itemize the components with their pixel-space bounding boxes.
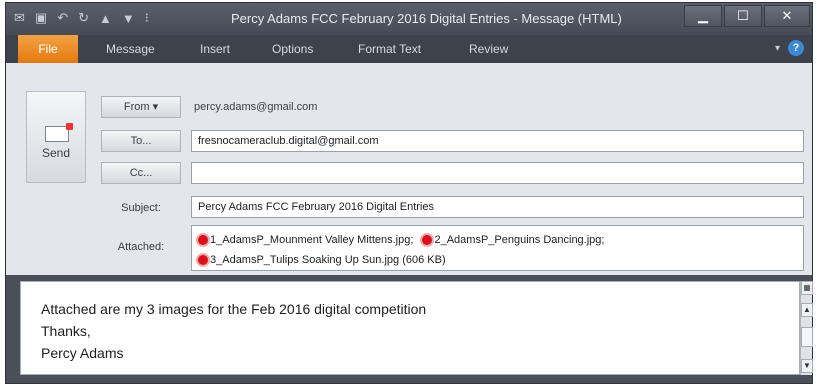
window-controls: ▁ ☐ ✕: [682, 5, 810, 27]
scroll-up-icon[interactable]: ▲: [801, 303, 813, 317]
ribbon-tabs: File Message Insert Options Format Text …: [6, 35, 812, 63]
tab-options[interactable]: Options: [272, 35, 313, 63]
cc-button[interactable]: Cc...: [101, 162, 181, 184]
attachments-field: 1_AdamsP_Mounment Valley Mittens.jpg; 2_…: [191, 225, 804, 271]
app-icon[interactable]: ✉: [14, 10, 25, 26]
attachment-name: 3_AdamsP_Tulips Soaking Up Sun.jpg (606 …: [210, 254, 446, 266]
send-envelope-icon: [45, 123, 73, 142]
from-button[interactable]: From ▾: [101, 96, 181, 118]
image-file-icon: [198, 255, 208, 265]
compose-header: Send From ▾ percy.adams@gmail.com To... …: [6, 63, 812, 275]
image-file-icon: [422, 235, 433, 245]
attachment-item[interactable]: 2_AdamsP_Penguins Dancing.jpg;: [422, 231, 604, 249]
tab-insert[interactable]: Insert: [200, 35, 230, 63]
body-line: Percy Adams: [41, 345, 124, 361]
message-body[interactable]: Attached are my 3 images for the Feb 201…: [20, 281, 800, 375]
tab-file[interactable]: File: [18, 35, 78, 63]
down-arrow-icon[interactable]: ▼: [122, 11, 135, 26]
attachment-name: 1_AdamsP_Mounment Valley Mittens.jpg;: [210, 234, 414, 246]
scroll-down-icon[interactable]: ▼: [801, 359, 813, 373]
tab-format-text[interactable]: Format Text: [358, 35, 421, 63]
subject-field[interactable]: Percy Adams FCC February 2016 Digital En…: [191, 196, 804, 218]
save-icon[interactable]: ▣: [35, 10, 47, 26]
tab-review[interactable]: Review: [469, 35, 508, 63]
body-line: Thanks,: [41, 323, 91, 339]
from-value: percy.adams@gmail.com: [194, 101, 318, 113]
send-label: Send: [41, 146, 71, 160]
to-button[interactable]: To...: [101, 130, 181, 152]
image-file-icon: [198, 235, 208, 245]
send-button[interactable]: Send: [26, 91, 86, 183]
undo-icon[interactable]: ↶: [57, 10, 68, 26]
tab-message[interactable]: Message: [106, 35, 155, 63]
body-line: Attached are my 3 images for the Feb 201…: [41, 301, 427, 317]
up-arrow-icon[interactable]: ▲: [99, 11, 112, 26]
close-button[interactable]: ✕: [764, 5, 810, 27]
cc-field[interactable]: [191, 162, 804, 184]
vertical-scrollbar[interactable]: ▦ ▲ ▼: [800, 281, 813, 375]
to-field[interactable]: fresnocameraclub.digital@gmail.com: [191, 130, 804, 152]
subject-label: Subject:: [121, 202, 161, 214]
minimize-button[interactable]: ▁: [684, 5, 722, 27]
maximize-button[interactable]: ☐: [724, 5, 762, 27]
collapse-ribbon-icon[interactable]: ▾: [775, 43, 780, 54]
help-icon[interactable]: ?: [788, 40, 804, 56]
title-bar: ✉ ▣ ↶ ↻ ▲ ▼ ⁝ Percy Adams FCC February 2…: [6, 3, 812, 35]
attached-label: Attached:: [117, 241, 165, 253]
ribbon-right-controls: ▾ ?: [775, 40, 804, 56]
quick-access-toolbar: ✉ ▣ ↶ ↻ ▲ ▼ ⁝: [14, 10, 149, 26]
attachment-item[interactable]: 3_AdamsP_Tulips Soaking Up Sun.jpg (606 …: [198, 251, 446, 269]
window-title: Percy Adams FCC February 2016 Digital En…: [231, 11, 622, 26]
ruler-toggle-icon[interactable]: ▦: [801, 281, 813, 295]
attachment-name: 2_AdamsP_Penguins Dancing.jpg;: [434, 234, 605, 246]
outlook-message-window: ✉ ▣ ↶ ↻ ▲ ▼ ⁝ Percy Adams FCC February 2…: [5, 2, 813, 384]
redo-icon[interactable]: ↻: [78, 10, 89, 26]
customize-qat-icon[interactable]: ⁝: [145, 10, 149, 26]
scroll-thumb[interactable]: [801, 327, 813, 347]
attachment-item[interactable]: 1_AdamsP_Mounment Valley Mittens.jpg;: [198, 231, 413, 249]
